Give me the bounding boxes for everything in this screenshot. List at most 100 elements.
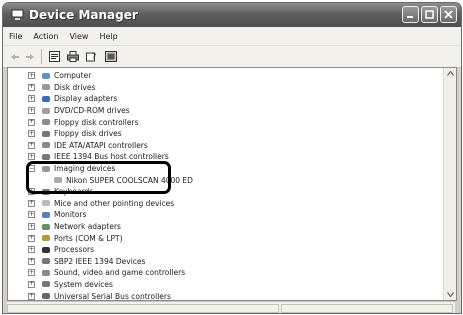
tree-node[interactable]: + Computer bbox=[28, 70, 193, 82]
expand-icon[interactable]: + bbox=[28, 83, 35, 91]
print-button[interactable] bbox=[66, 49, 80, 65]
tree-node-label: Mice and other pointing devices bbox=[54, 198, 175, 208]
expand-icon[interactable]: + bbox=[28, 257, 35, 265]
expand-icon[interactable]: + bbox=[28, 234, 35, 242]
device-tree-panel: + Computer + Disk drives + Display adapters + D… bbox=[7, 67, 457, 301]
monitor-icon bbox=[40, 210, 51, 219]
expand-icon[interactable]: + bbox=[28, 141, 35, 149]
tree-node-label: Monitors bbox=[54, 210, 87, 220]
expand-icon[interactable]: + bbox=[28, 280, 35, 288]
expand-icon[interactable]: + bbox=[28, 223, 35, 231]
menu-action[interactable]: Action bbox=[33, 32, 58, 41]
toolbar: ? bbox=[3, 46, 461, 68]
maximize-button[interactable] bbox=[421, 6, 438, 23]
tree-node-label: Ports (COM & LPT) bbox=[54, 233, 123, 243]
tree-node-label: Computer bbox=[54, 71, 92, 81]
expand-icon[interactable]: + bbox=[28, 130, 35, 138]
tree-node-label: SBP2 IEEE 1394 Devices bbox=[54, 256, 146, 266]
processor-icon bbox=[40, 245, 51, 254]
tree-node-label: Floppy disk drives bbox=[54, 129, 122, 139]
usb-icon bbox=[40, 292, 51, 300]
menu-help[interactable]: Help bbox=[99, 32, 117, 41]
port-icon bbox=[40, 234, 51, 243]
expand-icon[interactable]: + bbox=[28, 269, 35, 277]
display-adapter-icon bbox=[40, 94, 51, 103]
tree-node-label: Sound, video and game controllers bbox=[54, 268, 186, 278]
printer-icon bbox=[67, 51, 79, 62]
tree-node[interactable]: + Processors bbox=[28, 244, 193, 256]
vertical-scrollbar[interactable] bbox=[443, 68, 456, 300]
svg-text:?: ? bbox=[92, 52, 96, 61]
tree-node[interactable]: + Floppy disk controllers bbox=[28, 116, 193, 128]
status-bar bbox=[7, 301, 455, 313]
minimize-button[interactable] bbox=[402, 6, 419, 23]
expand-icon[interactable]: + bbox=[28, 118, 35, 126]
menu-file[interactable]: File bbox=[9, 32, 22, 41]
callout-highlight bbox=[26, 161, 171, 194]
tree-node-label: System devices bbox=[54, 279, 113, 289]
status-cell bbox=[7, 304, 279, 313]
floppy-drive-icon bbox=[40, 129, 51, 138]
tree-node-label: Disk drives bbox=[54, 82, 96, 92]
properties-button[interactable] bbox=[47, 49, 61, 65]
expand-icon[interactable]: + bbox=[28, 153, 35, 161]
forward-button[interactable] bbox=[24, 49, 36, 65]
dvd-drive-icon bbox=[40, 106, 51, 115]
help-button[interactable]: ? bbox=[85, 49, 99, 65]
tree-node[interactable]: + Floppy disk drives bbox=[28, 128, 193, 140]
expand-icon[interactable]: + bbox=[28, 95, 35, 103]
title-bar[interactable]: Device Manager bbox=[3, 3, 461, 27]
properties-icon bbox=[48, 51, 60, 62]
tree-node-label: Display adapters bbox=[54, 94, 118, 104]
mouse-icon bbox=[40, 199, 51, 208]
tree-node[interactable]: + Display adapters bbox=[28, 93, 193, 105]
status-cell bbox=[281, 304, 453, 313]
expand-icon[interactable]: + bbox=[28, 246, 35, 254]
computer-icon bbox=[40, 71, 51, 80]
help-icon: ? bbox=[86, 52, 96, 62]
tree-node[interactable]: + Mice and other pointing devices bbox=[28, 198, 193, 210]
ide-controller-icon bbox=[40, 141, 51, 150]
tree-node[interactable]: + Sound, video and game controllers bbox=[28, 267, 193, 279]
tree-node[interactable]: + Ports (COM & LPT) bbox=[28, 232, 193, 244]
tree-node[interactable]: + Network adapters bbox=[28, 221, 193, 233]
sound-icon bbox=[40, 268, 51, 277]
toolbar-separator bbox=[41, 49, 42, 64]
system-devices-icon bbox=[40, 280, 51, 289]
tree-node[interactable]: + System devices bbox=[28, 279, 193, 291]
tree-node[interactable]: + Disk drives bbox=[28, 82, 193, 94]
scroll-up-arrow[interactable] bbox=[444, 68, 456, 79]
window-title: Device Manager bbox=[29, 8, 138, 22]
tree-node[interactable]: + Monitors bbox=[28, 209, 193, 221]
tree-node-label: Floppy disk controllers bbox=[54, 117, 139, 127]
forward-arrow-icon bbox=[26, 53, 34, 60]
tree-node[interactable]: + SBP2 IEEE 1394 Devices bbox=[28, 256, 193, 268]
expand-icon[interactable]: + bbox=[28, 211, 35, 219]
tree-node[interactable]: + DVD/CD-ROM drives bbox=[28, 105, 193, 117]
scan-hardware-button[interactable] bbox=[104, 49, 118, 65]
tree-node-label: DVD/CD-ROM drives bbox=[54, 106, 130, 116]
device-manager-icon bbox=[10, 9, 24, 22]
sbp2-device-icon bbox=[40, 257, 51, 266]
network-adapter-icon bbox=[40, 222, 51, 231]
tree-node-label: Network adapters bbox=[54, 222, 121, 232]
tree-node-label: IDE ATA/ATAPI controllers bbox=[54, 140, 148, 150]
expand-icon[interactable]: + bbox=[28, 107, 35, 115]
back-button[interactable] bbox=[9, 49, 21, 65]
tree-node[interactable]: + Universal Serial Bus controllers bbox=[28, 290, 193, 301]
scan-hardware-icon bbox=[105, 51, 117, 62]
tree-node-label: Processors bbox=[54, 245, 95, 255]
expand-icon[interactable]: + bbox=[28, 72, 35, 80]
tree-node[interactable]: + IDE ATA/ATAPI controllers bbox=[28, 140, 193, 152]
tree-node-label: Universal Serial Bus controllers bbox=[54, 291, 171, 301]
back-arrow-icon bbox=[11, 53, 19, 60]
device-manager-window: Device Manager File Action View Help ? +… bbox=[2, 2, 462, 314]
floppy-controller-icon bbox=[40, 118, 51, 127]
close-button[interactable] bbox=[440, 6, 457, 23]
scroll-down-arrow[interactable] bbox=[444, 289, 456, 300]
expand-icon[interactable]: + bbox=[28, 292, 35, 300]
menu-bar: File Action View Help bbox=[3, 27, 461, 46]
menu-view[interactable]: View bbox=[69, 32, 88, 41]
disk-drive-icon bbox=[40, 83, 51, 92]
expand-icon[interactable]: + bbox=[28, 199, 35, 207]
